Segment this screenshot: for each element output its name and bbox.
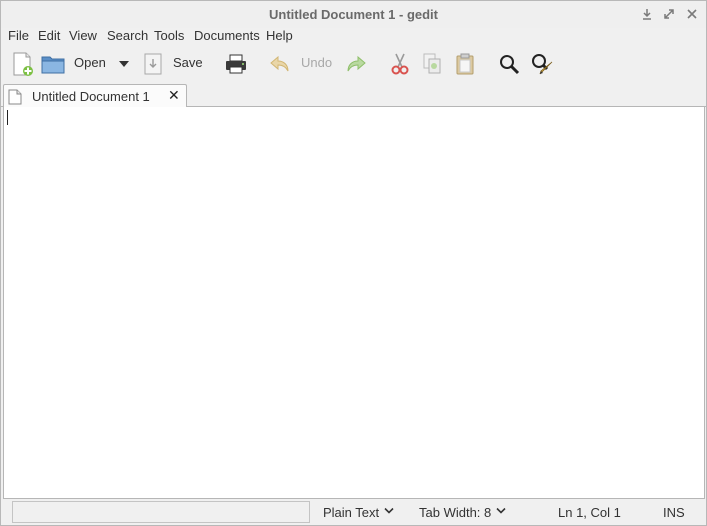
menu-tools[interactable]: Tools [154, 28, 184, 44]
gedit-window: Untitled Document 1 - gedit File Edit Vi… [0, 0, 707, 526]
save-label[interactable]: Save [173, 55, 203, 71]
insert-mode[interactable]: INS [663, 505, 685, 520]
dropdown-arrow-icon [119, 61, 129, 67]
close-tab-icon[interactable]: ✕ [168, 87, 180, 104]
undo-icon [270, 55, 289, 72]
menu-bar: File Edit View Search Tools Documents He… [1, 28, 706, 46]
paste-button[interactable] [452, 46, 478, 82]
tab-untitled-document-1[interactable]: Untitled Document 1 ✕ [3, 84, 187, 108]
document-tabs: Untitled Document 1 ✕ [1, 82, 706, 108]
cut-button[interactable] [387, 46, 413, 82]
status-message-field [12, 501, 310, 523]
find-replace-button[interactable] [528, 46, 556, 82]
find-replace-icon [532, 54, 553, 75]
new-button[interactable] [10, 46, 36, 82]
copy-icon [423, 53, 441, 74]
undo-button[interactable] [267, 46, 293, 82]
undo-label[interactable]: Undo [301, 55, 332, 71]
open-button[interactable] [40, 46, 66, 82]
redo-icon [347, 55, 366, 72]
language-selector[interactable]: Plain Text [323, 505, 379, 520]
save-icon [144, 53, 162, 75]
scissors-icon [391, 53, 409, 75]
close-icon[interactable] [685, 7, 699, 21]
menu-search[interactable]: Search [107, 28, 148, 44]
printer-icon [226, 54, 246, 74]
save-button[interactable] [143, 46, 163, 82]
find-button[interactable] [496, 46, 522, 82]
menu-help[interactable]: Help [266, 28, 293, 44]
maximize-icon[interactable] [662, 7, 676, 21]
clipboard-icon [456, 53, 474, 75]
menu-edit[interactable]: Edit [38, 28, 60, 44]
window-title: Untitled Document 1 - gedit [269, 7, 438, 22]
print-button[interactable] [223, 46, 249, 82]
tab-label: Untitled Document 1 [32, 89, 150, 104]
menu-file[interactable]: File [8, 28, 29, 44]
magnifier-icon [500, 55, 520, 75]
chevron-down-icon[interactable] [496, 507, 506, 515]
status-bar: Plain Text Tab Width: 8 Ln 1, Col 1 INS [1, 500, 706, 525]
text-editor[interactable] [3, 107, 705, 499]
open-recent-dropdown[interactable] [115, 46, 133, 82]
minimize-icon[interactable] [640, 7, 654, 21]
new-document-icon [13, 52, 33, 76]
menu-view[interactable]: View [69, 28, 97, 44]
cursor-position: Ln 1, Col 1 [558, 505, 621, 520]
document-icon [8, 89, 22, 105]
chevron-down-icon[interactable] [384, 507, 394, 515]
toolbar: Open Save Undo [1, 46, 706, 82]
text-cursor [7, 110, 8, 125]
title-bar[interactable]: Untitled Document 1 - gedit [1, 1, 706, 28]
tab-width-selector[interactable]: Tab Width: 8 [419, 505, 491, 520]
redo-button[interactable] [343, 46, 369, 82]
open-label[interactable]: Open [74, 55, 106, 71]
folder-icon [41, 56, 65, 74]
menu-documents[interactable]: Documents [194, 28, 260, 44]
copy-button[interactable] [419, 46, 445, 82]
